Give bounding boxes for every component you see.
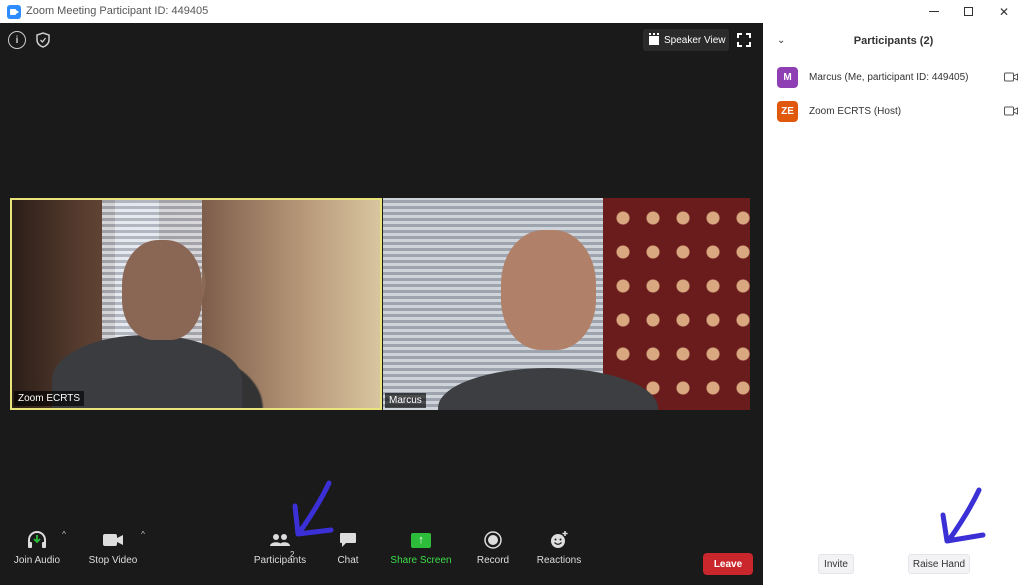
participants-button[interactable]: Participants: [250, 518, 310, 585]
chevron-down-icon[interactable]: ⌄: [777, 35, 785, 46]
meeting-area: i Speaker View Zoom ECRTS Marcus: [0, 23, 763, 585]
annotation-arrow-icon: [940, 487, 986, 544]
speaker-view-label: Speaker View: [664, 34, 726, 46]
leave-button[interactable]: Leave: [703, 553, 753, 575]
zoom-app-icon: [7, 5, 21, 19]
participant-name: Marcus (Me, participant ID: 449405): [809, 71, 969, 83]
share-screen-button[interactable]: ↑ Share Screen: [390, 518, 452, 585]
video-camera-icon: [102, 528, 124, 552]
chat-bubble-icon: [339, 528, 357, 552]
share-screen-label: Share Screen: [390, 555, 452, 566]
participants-count-badge: 2: [290, 550, 295, 559]
close-icon: ✕: [998, 4, 1010, 19]
participants-panel: Participants (2) ⌄ M Marcus (Me, partici…: [763, 23, 1024, 585]
share-screen-icon-wrap: ↑: [411, 528, 431, 552]
stop-video-label: Stop Video: [88, 555, 138, 566]
video-tile-zoom-ecrts[interactable]: Zoom ECRTS: [10, 198, 382, 410]
video-camera-icon: [1004, 106, 1018, 116]
participant-row-marcus[interactable]: M Marcus (Me, participant ID: 449405): [777, 65, 1022, 89]
audio-options-caret[interactable]: ^: [58, 518, 70, 585]
reactions-smiley-icon: [549, 528, 569, 552]
join-audio-label: Join Audio: [13, 555, 61, 566]
avatar: ZE: [777, 100, 798, 122]
meeting-info-icon[interactable]: i: [8, 31, 26, 49]
speaker-view-button[interactable]: Speaker View: [643, 29, 729, 51]
speaker-view-icon: [649, 32, 659, 45]
video-camera-icon: [1004, 72, 1018, 82]
title-bar: Zoom Meeting Participant ID: 449405 ✕: [0, 0, 1024, 23]
invite-button[interactable]: Invite: [818, 554, 854, 574]
participant-row-zoom-ecrts[interactable]: ZE Zoom ECRTS (Host): [777, 99, 1022, 123]
reactions-button[interactable]: Reactions: [536, 518, 582, 585]
record-button[interactable]: Record: [475, 518, 511, 585]
video-tile-marcus[interactable]: Marcus: [383, 198, 750, 410]
background-curtain: [603, 198, 750, 410]
record-label: Record: [476, 555, 510, 566]
chevron-up-icon: ^: [62, 530, 66, 539]
chat-label: Chat: [337, 555, 359, 566]
maximize-button[interactable]: [950, 0, 986, 23]
participants-label: Participants: [253, 555, 307, 566]
participant-head: [122, 240, 202, 340]
participant-head: [501, 230, 596, 350]
video-options-caret[interactable]: ^: [137, 518, 149, 585]
minimize-icon: [929, 11, 939, 12]
fullscreen-icon[interactable]: [737, 33, 751, 47]
chevron-up-icon: ^: [141, 530, 145, 539]
reactions-label: Reactions: [536, 555, 582, 566]
minimize-button[interactable]: [916, 0, 952, 23]
meeting-toolbar: Join Audio ^ Stop Video ^ Participants C…: [0, 518, 763, 585]
chat-button[interactable]: Chat: [330, 518, 366, 585]
share-screen-icon: ↑: [411, 532, 431, 548]
window-title: Zoom Meeting Participant ID: 449405: [26, 5, 209, 17]
participant-name: Zoom ECRTS (Host): [809, 105, 902, 117]
close-button[interactable]: ✕: [986, 0, 1022, 23]
panel-header: Participants (2) ⌄: [763, 33, 1024, 53]
panel-title: Participants (2): [853, 35, 934, 47]
tile-name-tag: Zoom ECRTS: [14, 391, 85, 406]
stop-video-button[interactable]: Stop Video: [86, 518, 140, 585]
avatar: M: [777, 66, 798, 88]
record-icon: [484, 528, 502, 552]
headphones-icon: [26, 528, 48, 552]
raise-hand-button[interactable]: Raise Hand: [908, 554, 970, 574]
tile-name-tag: Marcus: [385, 393, 426, 408]
zoom-window: Zoom Meeting Participant ID: 449405 ✕ i …: [0, 0, 1024, 585]
participants-icon: [269, 528, 291, 552]
join-audio-button[interactable]: Join Audio: [12, 518, 62, 585]
security-shield-icon[interactable]: [34, 31, 52, 49]
maximize-icon: [963, 7, 973, 16]
